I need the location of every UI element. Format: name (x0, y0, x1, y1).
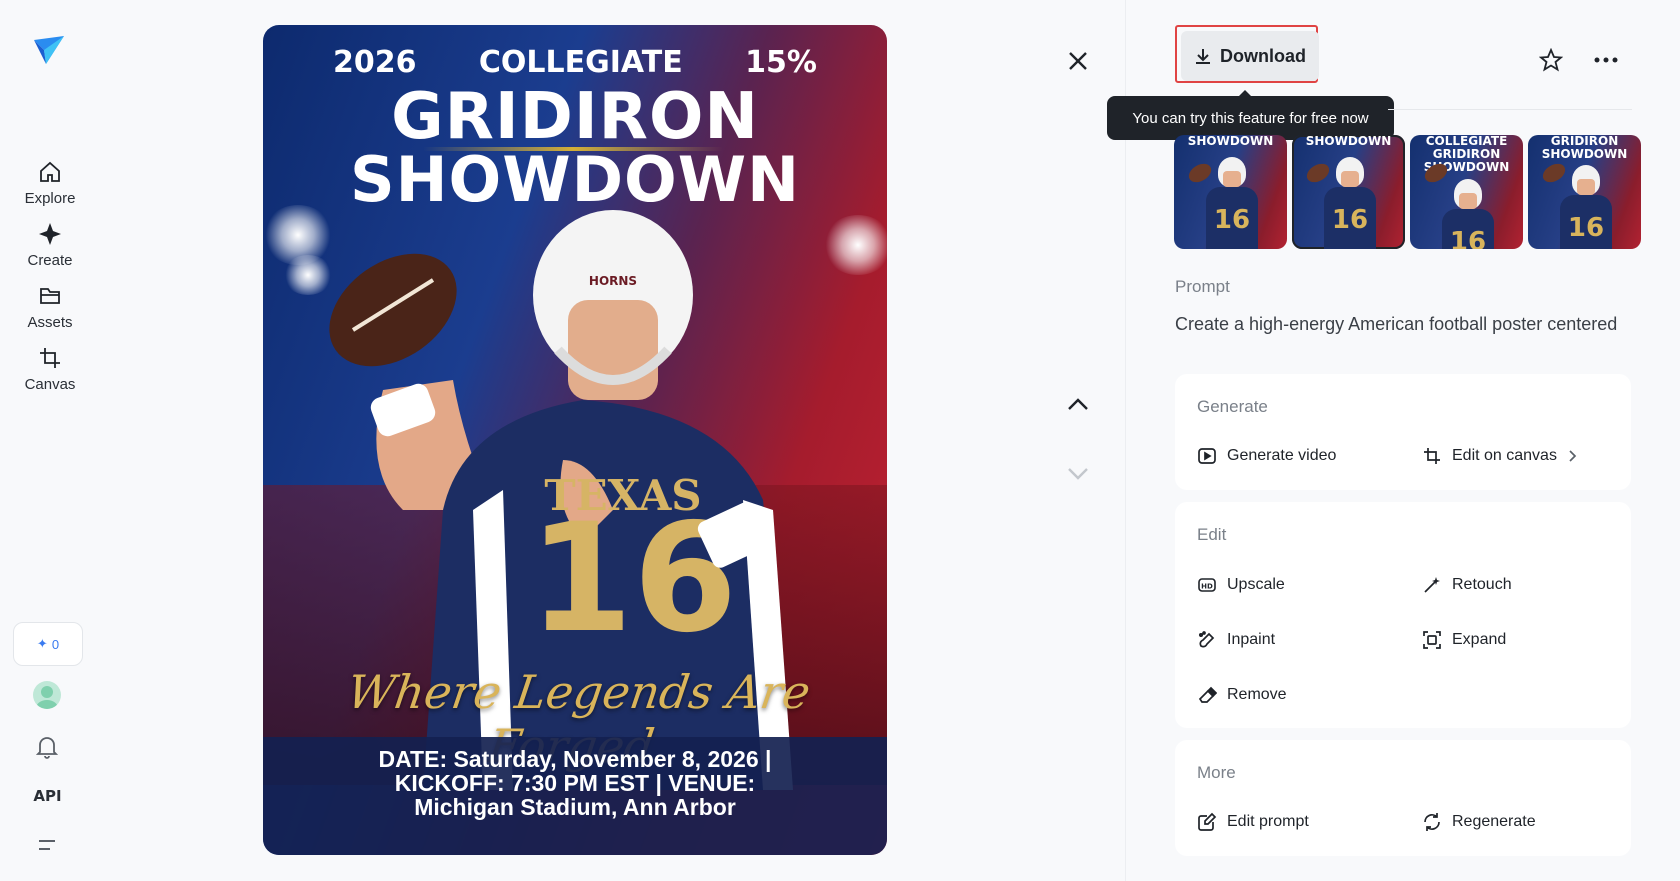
regenerate-button[interactable]: Regenerate (1422, 812, 1536, 832)
edit-prompt-label: Edit prompt (1227, 813, 1309, 830)
edit-prompt-button[interactable]: Edit prompt (1197, 812, 1309, 832)
sidebar-item-label: Explore (24, 190, 76, 207)
helmet-text: HORNS (589, 274, 637, 288)
thumbnail-4[interactable]: GRIDIRON SHOWDOWN 16 (1528, 135, 1641, 249)
prompt-text[interactable]: Create a high-energy American football p… (1175, 314, 1645, 335)
inpaint-button[interactable]: Inpaint (1197, 630, 1275, 650)
regenerate-label: Regenerate (1452, 813, 1536, 830)
expand-button[interactable]: Expand (1422, 630, 1506, 650)
generate-video-label: Generate video (1227, 447, 1337, 464)
download-highlight: Download (1175, 25, 1319, 83)
thumbnail-figure: 16 (1442, 179, 1494, 249)
sparkle-small-icon: ✦ (36, 636, 48, 651)
generate-title: Generate (1197, 397, 1268, 416)
sidebar-item-explore[interactable]: Explore (0, 160, 100, 207)
credits-count: 0 (51, 636, 60, 652)
avatar[interactable] (33, 681, 61, 709)
thumbnail-number: 16 (1213, 205, 1251, 235)
retouch-label: Retouch (1452, 576, 1512, 593)
thumbnail-3[interactable]: COLLEGIATE GRIDIRON SHOWDOWN 16 (1410, 135, 1523, 249)
remove-label: Remove (1227, 686, 1287, 703)
inpaint-brush-icon (1198, 631, 1215, 648)
more-card: More Edit prompt Regenerate (1175, 740, 1631, 856)
prompt-label: Prompt (1175, 277, 1230, 296)
api-link[interactable]: API (0, 787, 95, 805)
collapse-menu-icon[interactable] (37, 838, 57, 852)
sparkle-icon (39, 223, 61, 245)
video-play-icon (1198, 448, 1216, 464)
edit-on-canvas-label: Edit on canvas (1452, 447, 1557, 464)
download-tooltip: You can try this feature for free now (1107, 90, 1394, 140)
refresh-icon (1424, 813, 1440, 831)
download-button[interactable]: Download (1181, 31, 1319, 81)
download-icon (1196, 49, 1210, 64)
crop-icon (40, 348, 60, 368)
retouch-button[interactable]: Retouch (1422, 575, 1512, 595)
inpaint-label: Inpaint (1227, 631, 1276, 648)
star-icon[interactable] (1539, 48, 1563, 72)
sidebar-item-label: Assets (27, 314, 73, 331)
poster-footer-line3: Michigan Stadium, Ann Arbor (414, 794, 736, 820)
sidebar-item-label: Canvas (24, 376, 76, 393)
generate-video-button[interactable]: Generate video (1197, 446, 1336, 466)
edit-on-canvas-button[interactable]: Edit on canvas (1422, 446, 1577, 466)
thumbnail-1[interactable]: SHOWDOWN 16 (1174, 135, 1287, 249)
home-icon (40, 161, 60, 182)
download-label: Download (1220, 45, 1306, 66)
upscale-label: Upscale (1227, 576, 1285, 593)
edit-prompt-icon (1198, 812, 1217, 831)
poster-footer-line1: DATE: Saturday, November 8, 2026 | (378, 746, 772, 772)
generate-card: Generate Generate video Edit on canvas (1175, 374, 1631, 490)
poster-league: COLLEGIATE (478, 45, 683, 80)
svg-text:HD: HD (1201, 583, 1213, 591)
edit-card: Edit HD Upscale Retouch Inpaint Expand R… (1175, 502, 1631, 728)
edit-title: Edit (1197, 525, 1227, 544)
thumbnail-figure: 16 (1206, 157, 1258, 249)
more-options-icon[interactable] (1593, 52, 1619, 68)
thumbnail-title: SHOWDOWN (1305, 135, 1392, 148)
upscale-button[interactable]: HD Upscale (1197, 575, 1285, 595)
generated-image[interactable]: 2026 COLLEGIATE 15% GRIDIRON SHOWDOWN HO… (263, 25, 887, 855)
thumbnail-figure: 16 (1324, 157, 1376, 249)
poster-percent: 15% (745, 45, 817, 80)
variant-thumbnails: SHOWDOWN 16 SHOWDOWN 16 COLLEGIATE GRIDI… (1174, 135, 1644, 249)
more-title: More (1197, 763, 1236, 782)
thumbnail-figure: 16 (1560, 165, 1612, 249)
eraser-icon (1198, 686, 1217, 703)
thumbnail-title: GRIDIRON SHOWDOWN (1541, 135, 1628, 161)
credits-badge[interactable]: ✦ 0 (13, 622, 83, 666)
header-divider (1388, 109, 1632, 110)
thumbnail-number: 16 (1567, 213, 1605, 243)
remove-button[interactable]: Remove (1197, 685, 1287, 705)
poster-year: 2026 (333, 45, 417, 80)
close-icon[interactable] (1065, 48, 1091, 74)
left-sidebar: Explore Create Assets Canvas ✦ 0 API (0, 0, 100, 881)
poster-footer-line2: KICKOFF: 7:30 PM EST | VENUE: (394, 770, 756, 796)
folder-icon (40, 288, 60, 304)
poster-footer: DATE: Saturday, November 8, 2026 | KICKO… (263, 737, 887, 855)
sidebar-item-label: Create (27, 252, 73, 269)
thumbnail-number: 16 (1449, 227, 1487, 249)
chevron-up-icon[interactable] (1065, 393, 1091, 415)
sidebar-item-create[interactable]: Create (0, 222, 100, 269)
thumbnail-number: 16 (1331, 205, 1369, 235)
magic-wand-icon (1424, 577, 1440, 593)
logo-icon[interactable] (30, 32, 66, 68)
expand-icon (1423, 631, 1441, 649)
app-root: Explore Create Assets Canvas ✦ 0 API 202… (0, 0, 1680, 881)
hd-icon: HD (1198, 578, 1216, 592)
jersey-number: 16 (529, 492, 738, 666)
bell-icon[interactable] (36, 735, 58, 759)
sidebar-item-assets[interactable]: Assets (0, 284, 100, 331)
chevron-down-icon[interactable] (1065, 463, 1091, 485)
chevron-right-icon (1569, 450, 1577, 462)
expand-label: Expand (1452, 631, 1507, 648)
thumbnail-title: SHOWDOWN (1187, 135, 1274, 148)
sidebar-item-canvas[interactable]: Canvas (0, 346, 100, 393)
thumbnail-2[interactable]: SHOWDOWN 16 (1292, 135, 1405, 249)
crop-icon (1424, 448, 1440, 464)
poster-title-line2: SHOWDOWN (349, 143, 801, 216)
poster-top-line: 2026 COLLEGIATE 15% (263, 45, 887, 80)
